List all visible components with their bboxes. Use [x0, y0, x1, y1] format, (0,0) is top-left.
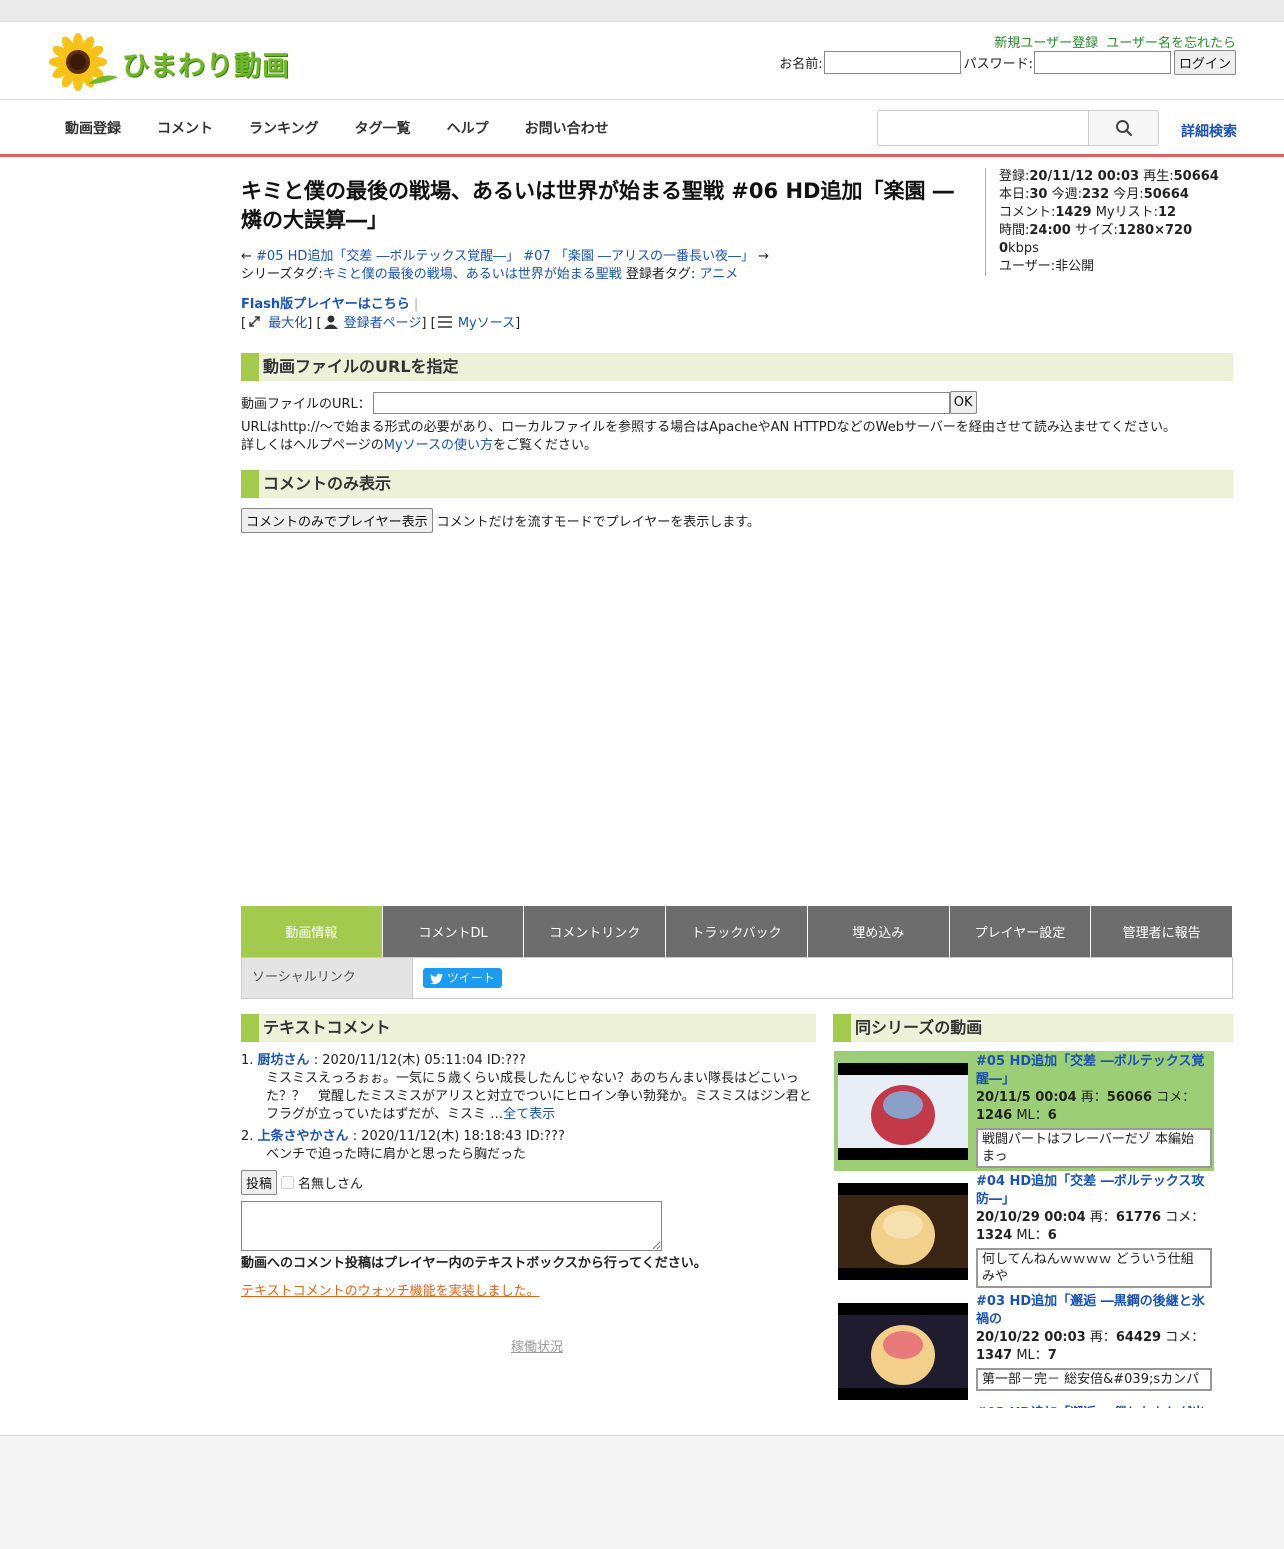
- video-thumbnail[interactable]: [838, 1063, 968, 1160]
- forgot-username-link[interactable]: ユーザー名を忘れたら: [1106, 36, 1236, 51]
- show-all-link[interactable]: 全て表示: [503, 1107, 555, 1122]
- social-links-label: ソーシャルリンク: [242, 958, 413, 998]
- comment-only-heading: コメントのみ表示: [241, 470, 1233, 498]
- series-video-title[interactable]: #05 HD追加「交差 ―ボルテックス覚醒―」: [976, 1054, 1204, 1087]
- url-form: 動画ファイルのURL： OK: [241, 391, 977, 414]
- url-label: 動画ファイルのURL：: [241, 397, 371, 412]
- name-label: お名前:: [779, 57, 823, 72]
- comment-post-row: 投稿 名無しさん: [241, 1170, 363, 1195]
- series-video-title[interactable]: #02 HD追加「邂逅 ―僕とわたしが出会: [976, 1406, 1205, 1408]
- nav-item-3[interactable]: タグ一覧: [337, 118, 429, 138]
- system-status-link[interactable]: 稼働状況: [511, 1336, 563, 1355]
- search-button[interactable]: [1088, 110, 1159, 146]
- register-link[interactable]: 新規ユーザー登録: [994, 36, 1098, 51]
- info-tabs: 動画情報 コメントDL コメントリンク トラックバック 埋め込み プレイヤー設定 管理者に報…: [241, 906, 1233, 957]
- nav-item-0[interactable]: 動画登録: [47, 118, 139, 138]
- commenter-name[interactable]: 上条さやかさん: [258, 1129, 349, 1144]
- anonymous-label: 名無しさん: [298, 1177, 364, 1192]
- watch-feature-link[interactable]: テキストコメントのウォッチ機能を実装しました。: [241, 1280, 540, 1299]
- series-tag-link[interactable]: キミと僕の最後の戦場、あるいは世界が始まる聖戦: [323, 267, 622, 282]
- video-thumbnail[interactable]: [838, 1303, 968, 1400]
- maximize-link[interactable]: 最大化: [268, 316, 307, 331]
- account-links: 新規ユーザー登録 ユーザー名を忘れたら: [990, 32, 1236, 51]
- nav-item-4[interactable]: ヘルプ: [429, 118, 507, 138]
- main-nav: 動画登録 コメント ランキング タグ一覧 ヘルプ お問い合わせ 詳細検索: [0, 99, 1284, 157]
- series-heading: 同シリーズの動画: [833, 1014, 1233, 1042]
- series-video-title[interactable]: #04 HD追加「交差 ―ボルテックス攻防―」: [976, 1174, 1204, 1207]
- video-title: キミと僕の最後の戦場、あるいは世界が始まる聖戦 #06 HD追加「楽園 ―燐の大…: [241, 179, 954, 232]
- search-icon: [1115, 120, 1132, 137]
- name-input[interactable]: [823, 51, 961, 74]
- text-comment: 2. 上条さやかさん : 2020/11/12(木) 18:18:43 ID:?…: [241, 1129, 565, 1162]
- social-links-row: ソーシャルリンク ツイート: [241, 957, 1233, 999]
- password-label: パスワード:: [963, 57, 1033, 72]
- flash-player-link[interactable]: Flash版プレイヤーはこちら: [241, 297, 410, 312]
- commenter-name[interactable]: 厨坊さん: [258, 1053, 310, 1068]
- tab-5[interactable]: プレイヤー設定: [949, 906, 1092, 957]
- video-stats: 登録:20/11/12 00:03 再生:50664 本日:30 今週:232 …: [985, 168, 1225, 276]
- prev-episode-link[interactable]: #05 HD追加「交差 ―ボルテックス覚醒―」: [256, 249, 519, 264]
- post-comment-button[interactable]: 投稿: [241, 1170, 278, 1195]
- comment-only-player-button[interactable]: コメントのみでプレイヤー表示: [241, 508, 433, 533]
- series-latest-comment: 何してんねんｗｗｗｗ どういう仕組みや: [976, 1248, 1212, 1288]
- comment-only-desc: コメントだけを流すモードでプレイヤーを表示します。: [436, 515, 760, 530]
- footer: [0, 1435, 1284, 1549]
- tab-1[interactable]: コメントDL: [382, 906, 525, 957]
- maximize-icon: [249, 316, 260, 327]
- series-video-list: #05 HD追加「交差 ―ボルテックス覚醒―」 20/11/5 00:04 再：5…: [834, 1051, 1214, 1408]
- advanced-search-link[interactable]: 詳細検索: [1181, 121, 1237, 141]
- page: ひまわり動画 新規ユーザー登録 ユーザー名を忘れたら お名前: パスワード: ロ…: [0, 22, 1284, 1435]
- tab-2[interactable]: コメントリンク: [524, 906, 667, 957]
- player-links: Flash版プレイヤーはこちら | [ 最大化] [ 登録者ページ] [ Myソ…: [241, 297, 521, 331]
- tab-3[interactable]: トラックバック: [666, 906, 808, 957]
- mysource-help-link[interactable]: Myソースの使い方: [384, 438, 493, 453]
- browser-top-strip: [0, 0, 1284, 22]
- series-video-item[interactable]: #04 HD追加「交差 ―ボルテックス攻防―」 20/10/29 00:04 再：…: [834, 1171, 1214, 1291]
- sunflower-icon: [49, 33, 118, 91]
- nav-items: 動画登録 コメント ランキング タグ一覧 ヘルプ お問い合わせ: [47, 118, 627, 138]
- next-episode-link[interactable]: #07 「楽園 ―アリスの一番長い夜―」: [523, 249, 754, 264]
- play-count: 50664: [1173, 169, 1219, 184]
- password-input[interactable]: [1033, 51, 1171, 74]
- series-latest-comment: 第一部－完－ 総安倍&#039;sカンパ: [976, 1368, 1212, 1391]
- video-url-input[interactable]: [372, 391, 950, 414]
- series-video-item[interactable]: #03 HD追加「邂逅 ―黒鋼の後継と氷禍の 20/10/22 00:03 再：6…: [834, 1291, 1214, 1403]
- text-comment-list: 1. 厨坊さん : 2020/11/12(木) 05:11:04 ID:??? ミ…: [241, 1052, 816, 1168]
- uploader-page-link[interactable]: 登録者ページ: [344, 316, 422, 331]
- series-video-title[interactable]: #03 HD追加「邂逅 ―黒鋼の後継と氷禍の: [976, 1294, 1205, 1327]
- login-button[interactable]: ログイン: [1173, 50, 1236, 75]
- login-form: お名前: パスワード: ログイン: [779, 50, 1236, 75]
- tab-4[interactable]: 埋め込み: [807, 906, 950, 957]
- mysource-link[interactable]: Myソース: [458, 316, 515, 331]
- nav-item-5[interactable]: お問い合わせ: [507, 118, 627, 138]
- nav-item-2[interactable]: ランキング: [231, 118, 337, 138]
- url-note: URLはhttp://～で始まる形式の必要があり、ローカルファイルを参照する場合…: [241, 420, 1177, 453]
- search-input[interactable]: [877, 110, 1089, 146]
- comment-only-row: コメントのみでプレイヤー表示 コメントだけを流すモードでプレイヤーを表示します。: [241, 508, 760, 533]
- text-comment: 1. 厨坊さん : 2020/11/12(木) 05:11:04 ID:??? ミ…: [241, 1053, 812, 1122]
- nav-item-1[interactable]: コメント: [139, 118, 231, 138]
- tab-6[interactable]: 管理者に報告: [1091, 906, 1233, 957]
- list-icon: [437, 316, 452, 328]
- video-thumbnail[interactable]: [838, 1183, 968, 1280]
- tab-0[interactable]: 動画情報: [241, 906, 383, 957]
- series-video-item[interactable]: #05 HD追加「交差 ―ボルテックス覚醒―」 20/11/5 00:04 再：5…: [834, 1051, 1214, 1171]
- series-video-item[interactable]: #02 HD追加「邂逅 ―僕とわたしが出会: [834, 1403, 1214, 1408]
- twitter-bird-icon: [430, 973, 443, 985]
- text-comments-heading: テキストコメント: [241, 1014, 816, 1042]
- comment-body: ベンチで迫った時に肩かと思ったら胸だった: [266, 1147, 527, 1162]
- uploader-tag-link[interactable]: アニメ: [699, 267, 738, 282]
- registered-date: 20/11/12 00:03: [1029, 169, 1140, 184]
- site-logo[interactable]: ひまわり動画: [48, 32, 298, 92]
- url-section-heading: 動画ファイルのURLを指定: [241, 353, 1233, 381]
- episode-navigation: ← #05 HD追加「交差 ―ボルテックス覚醒―」 #07 「楽園 ―アリスの一…: [241, 249, 770, 282]
- user-icon: [323, 315, 338, 329]
- comment-textarea[interactable]: [241, 1201, 662, 1251]
- anonymous-checkbox[interactable]: [281, 1176, 295, 1189]
- logo-text: ひまわり動画: [122, 51, 290, 82]
- post-note: 動画へのコメント投稿はプレイヤー内のテキストボックスから行ってください。: [241, 1256, 707, 1271]
- series-latest-comment: 戦闘パートはフレーバーだゾ 本編始まっ: [976, 1128, 1212, 1168]
- tweet-button[interactable]: ツイート: [423, 968, 502, 988]
- url-ok-button[interactable]: OK: [949, 391, 977, 414]
